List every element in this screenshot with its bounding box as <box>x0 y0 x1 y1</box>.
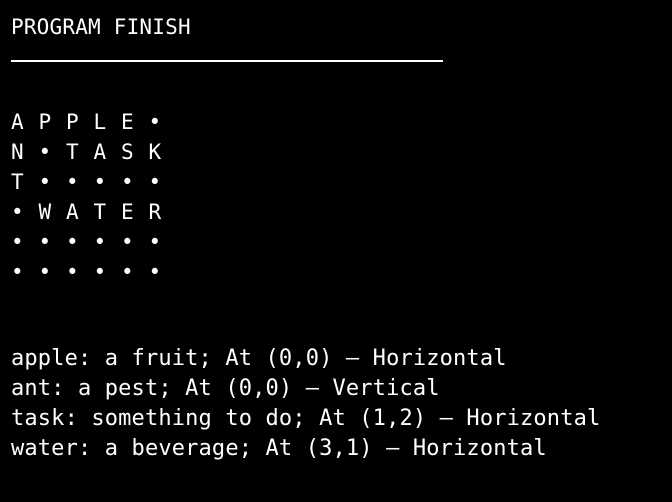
grid-row: • • • • • • <box>11 227 176 257</box>
grid-cell: • <box>121 260 134 284</box>
grid-cell: L <box>93 110 107 134</box>
grid-cell: • <box>121 230 134 254</box>
grid-cell: K <box>148 140 162 164</box>
grid-cell: • <box>38 260 52 284</box>
grid-cell: S <box>121 140 134 164</box>
grid-cell: • <box>93 260 107 284</box>
grid-row: • W A T E R <box>11 197 176 227</box>
grid-row: • • • • • • <box>11 257 176 287</box>
clue-line-task: task: something to do; At (1,2) — Horizo… <box>11 406 601 431</box>
grid-cell: • <box>148 230 162 254</box>
grid-cell: T <box>66 140 79 164</box>
clue-line-ant: ant: a pest; At (0,0) — Vertical <box>11 376 440 401</box>
grid-cell: • <box>66 170 79 194</box>
grid-cell: A <box>66 200 79 224</box>
grid-cell: • <box>11 260 24 284</box>
clue-line-water: water: a beverage; At (3,1) — Horizontal <box>11 436 547 461</box>
grid-cell: • <box>121 170 134 194</box>
grid-cell: • <box>148 170 162 194</box>
grid-cell: P <box>66 110 79 134</box>
grid-cell: • <box>148 260 162 284</box>
grid-cell: • <box>93 230 107 254</box>
grid-cell: W <box>38 200 52 224</box>
grid-cell: A <box>11 110 24 134</box>
grid-cell: • <box>38 170 52 194</box>
grid-cell: • <box>66 260 79 284</box>
grid-row: T • • • • • <box>11 167 176 197</box>
clue-line-apple: apple: a fruit; At (0,0) — Horizontal <box>11 346 507 371</box>
grid-cell: P <box>38 110 52 134</box>
terminal-window: PROGRAM FINISH A P P L E • N • T A S K T… <box>0 0 672 502</box>
grid-row: N • T A S K <box>11 137 176 167</box>
grid-cell: T <box>11 170 24 194</box>
grid-cell: A <box>93 140 107 164</box>
crossword-grid: A P P L E • N • T A S K T • • • • • • W … <box>11 107 176 287</box>
grid-cell: • <box>93 170 107 194</box>
grid-row: A P P L E • <box>11 107 176 137</box>
grid-cell: R <box>148 200 162 224</box>
grid-cell: • <box>148 110 162 134</box>
clue-list: apple: a fruit; At (0,0) — Horizontal an… <box>11 344 600 464</box>
grid-cell: N <box>11 140 24 164</box>
grid-cell: • <box>11 230 24 254</box>
title-divider <box>11 60 443 62</box>
grid-cell: E <box>121 110 134 134</box>
grid-cell: • <box>38 140 52 164</box>
grid-cell: E <box>121 200 134 224</box>
grid-cell: • <box>38 230 52 254</box>
grid-cell: • <box>11 200 24 224</box>
grid-cell: • <box>66 230 79 254</box>
program-status-title: PROGRAM FINISH <box>11 15 191 39</box>
grid-cell: T <box>93 200 107 224</box>
